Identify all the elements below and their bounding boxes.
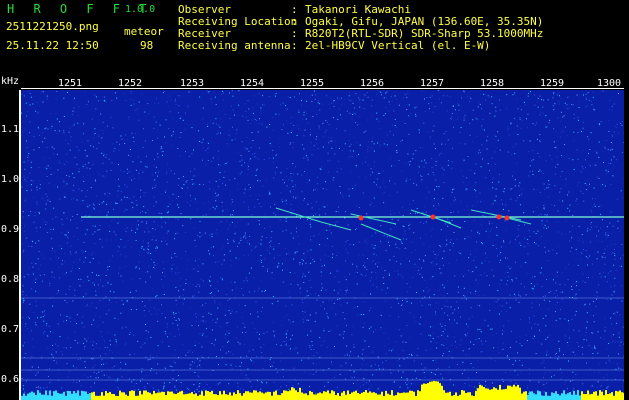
timestamp: 25.11.22 12:50 (6, 39, 99, 52)
y-tick-label: 0.9 (1, 224, 20, 235)
y-tick-label: 1.0 (1, 174, 20, 185)
antenna-value: 2el-HB9CV Vertical (el. E-W) (305, 39, 491, 52)
antenna-label: Receiving antenna (178, 39, 291, 52)
meteor-echo (275, 207, 322, 223)
filename: 2511221250.png (6, 20, 99, 33)
x-axis-line (21, 88, 624, 89)
spectrogram-svg (21, 90, 624, 400)
antenna-colon: : (291, 39, 298, 52)
app-version: 1.0.0 (125, 4, 156, 15)
y-tick-label: 0.8 (1, 274, 20, 285)
noise-layer (21, 90, 624, 400)
meteor-echo (360, 223, 402, 241)
activity-bars (21, 380, 624, 400)
y-tick-label: 0.6 (1, 374, 20, 385)
meteor-echo (430, 215, 462, 229)
meteor-echo-head (504, 215, 510, 221)
meteor-echo-head (358, 215, 364, 221)
meteor-label: meteor (124, 25, 164, 38)
meteor-echo-head (496, 214, 502, 220)
meteor-count: 98 (140, 39, 154, 52)
hrofft-window: { "header": { "brand": "H R O F F T", "v… (0, 0, 629, 400)
y-axis-line (19, 90, 21, 400)
header-panel: H R O F F T 1.0.0 2511221250.png meteor … (0, 0, 629, 87)
spectrogram (21, 90, 624, 400)
meteor-echo (320, 221, 352, 231)
y-unit-label: kHz (1, 76, 20, 87)
meteor-echo-head (430, 214, 436, 220)
y-tick-label: 0.7 (1, 324, 20, 335)
y-tick-label: 1.1 (1, 124, 20, 135)
meteor-echo (350, 213, 397, 225)
